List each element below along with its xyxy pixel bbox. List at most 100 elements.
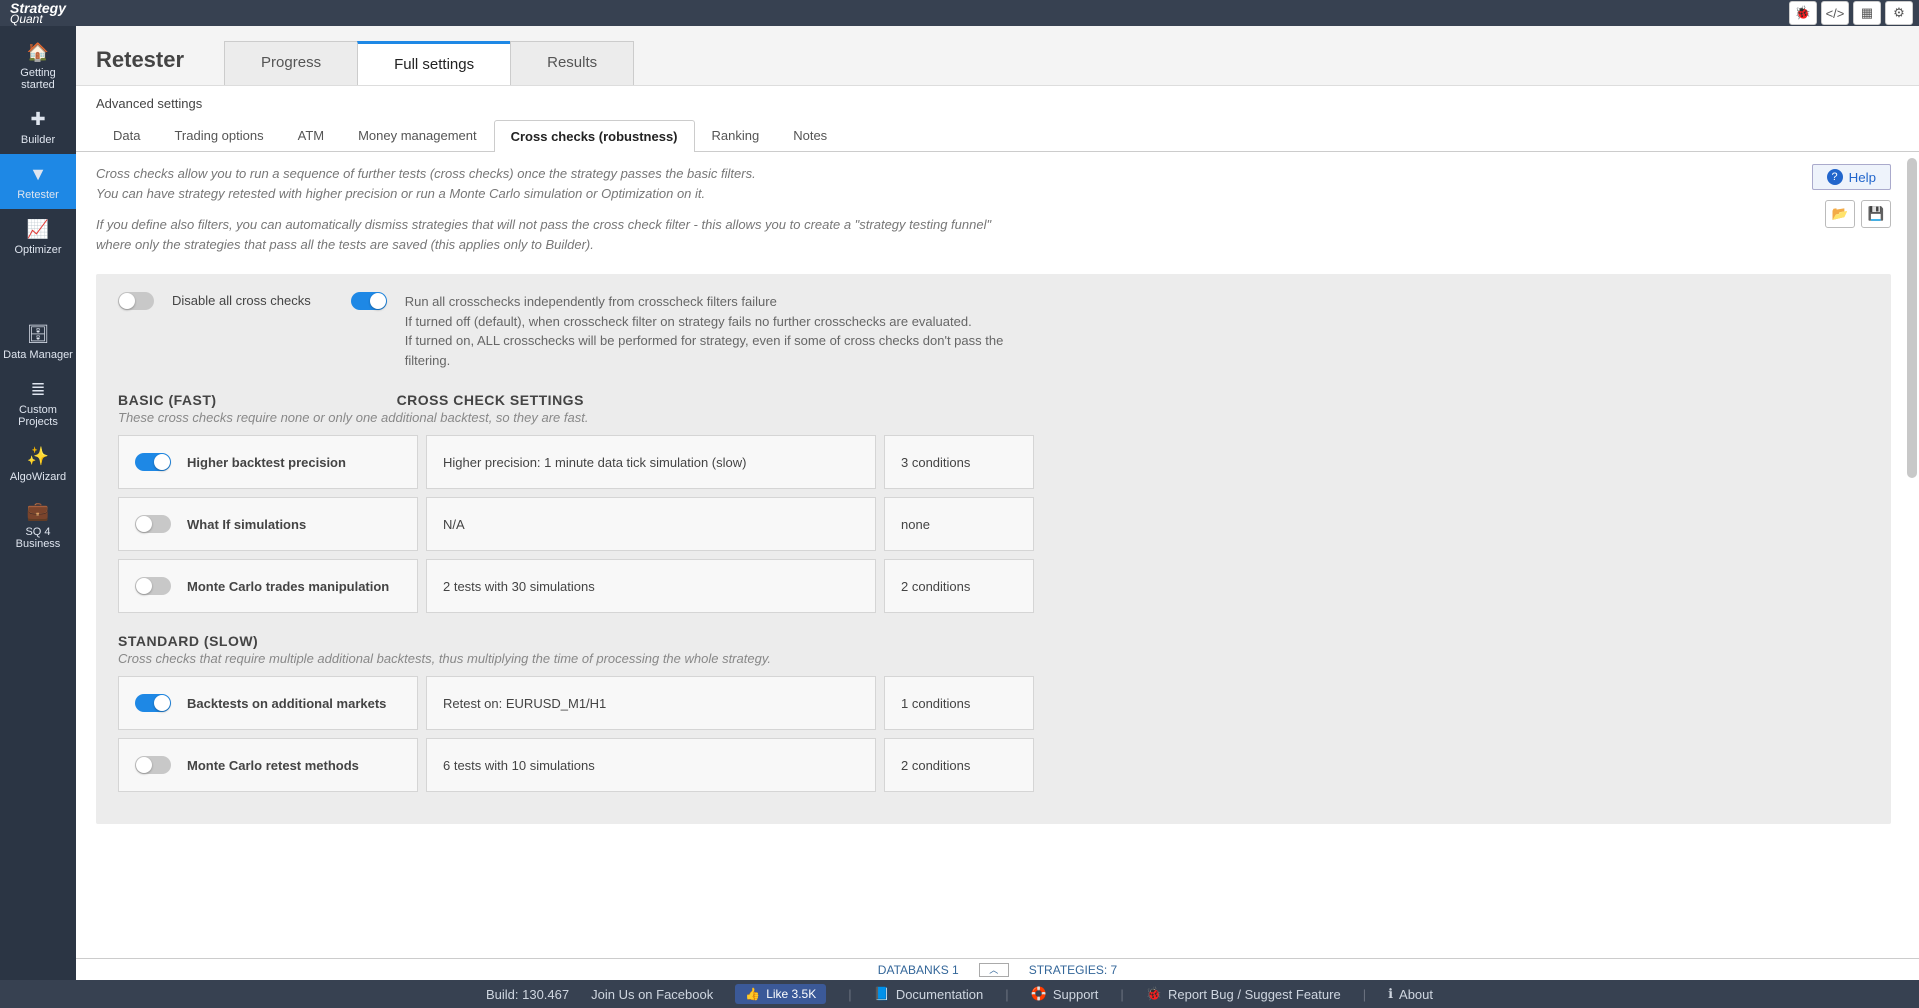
thumbs-up-icon: 👍 bbox=[745, 987, 760, 1001]
sidebar-item-builder[interactable]: ✚ Builder bbox=[0, 99, 76, 154]
footer-strip: DATABANKS 1 ︿ STRATEGIES: 7 bbox=[76, 958, 1919, 980]
databanks-label[interactable]: DATABANKS 1 bbox=[878, 963, 959, 977]
check-toggle[interactable] bbox=[135, 577, 171, 595]
subtab-atm[interactable]: ATM bbox=[281, 119, 341, 151]
topbar: Strategy Quant 🐞 </> ▦ ⚙ bbox=[0, 0, 1919, 26]
help-button[interactable]: ? Help bbox=[1812, 164, 1891, 190]
content-scroll[interactable]: Cross checks allow you to run a sequence… bbox=[76, 152, 1919, 958]
open-folder-button[interactable]: 📂 bbox=[1825, 200, 1855, 228]
documentation-link[interactable]: 📘Documentation bbox=[874, 986, 984, 1002]
check-toggle[interactable] bbox=[135, 756, 171, 774]
bug-icon: 🐞 bbox=[1146, 986, 1162, 1002]
main-content: Retester Progress Full settings Results … bbox=[76, 26, 1919, 980]
book-icon: 📘 bbox=[874, 986, 890, 1002]
bottombar: Build: 130.467 Join Us on Facebook 👍 Lik… bbox=[0, 980, 1919, 1008]
section-header: BASIC (FAST) CROSS CHECK SETTINGS bbox=[96, 386, 1891, 410]
disable-all-toggle[interactable] bbox=[118, 292, 154, 310]
separator: | bbox=[1363, 987, 1366, 1002]
join-facebook-link[interactable]: Join Us on Facebook bbox=[591, 987, 713, 1002]
check-name: Monte Carlo trades manipulation bbox=[187, 579, 389, 594]
check-name: Monte Carlo retest methods bbox=[187, 758, 359, 773]
report-bug-link[interactable]: 🐞Report Bug / Suggest Feature bbox=[1146, 986, 1341, 1002]
about-link[interactable]: ℹAbout bbox=[1388, 986, 1433, 1002]
page-subtitle: Advanced settings bbox=[76, 86, 1919, 119]
global-toggle-row: Disable all cross checks Run all crossch… bbox=[96, 292, 1891, 386]
intro-block: Cross checks allow you to run a sequence… bbox=[96, 164, 1891, 266]
section-header: STANDARD (SLOW) bbox=[96, 627, 1891, 651]
save-button[interactable]: 💾 bbox=[1861, 200, 1891, 228]
check-conditions-cell[interactable]: 2 conditions bbox=[884, 559, 1034, 613]
sidebar-item-label: AlgoWizard bbox=[10, 471, 66, 483]
check-row: Monte Carlo trades manipulation 2 tests … bbox=[96, 559, 1891, 621]
run-all-description: Run all crosschecks independently from c… bbox=[405, 292, 1025, 370]
sidebar-item-label: Builder bbox=[21, 134, 55, 146]
tab-progress[interactable]: Progress bbox=[224, 41, 358, 85]
disable-all-label: Disable all cross checks bbox=[172, 292, 311, 308]
sidebar-item-label: Getting started bbox=[20, 67, 55, 91]
check-name-cell[interactable]: What If simulations bbox=[118, 497, 418, 551]
home-icon: 🏠 bbox=[2, 42, 74, 63]
subtab-ranking[interactable]: Ranking bbox=[695, 119, 777, 151]
scrollbar[interactable] bbox=[1907, 158, 1917, 478]
support-link[interactable]: 🛟Support bbox=[1031, 986, 1099, 1002]
sidebar-item-custom-projects[interactable]: ≣ Custom Projects bbox=[0, 369, 76, 436]
run-all-group: Run all crosschecks independently from c… bbox=[351, 292, 1025, 370]
stack-icon: ≣ bbox=[2, 379, 74, 400]
plus-icon: ✚ bbox=[2, 109, 74, 130]
run-all-toggle[interactable] bbox=[351, 292, 387, 310]
sidebar-item-label: Optimizer bbox=[14, 244, 61, 256]
grid-icon[interactable]: ▦ bbox=[1853, 1, 1881, 25]
tab-full-settings[interactable]: Full settings bbox=[357, 41, 511, 85]
chevron-up-icon[interactable]: ︿ bbox=[979, 963, 1009, 977]
briefcase-icon: 💼 bbox=[2, 501, 74, 522]
check-toggle[interactable] bbox=[135, 453, 171, 471]
check-conditions-cell[interactable]: 2 conditions bbox=[884, 738, 1034, 792]
check-conditions-cell[interactable]: 1 conditions bbox=[884, 676, 1034, 730]
check-toggle[interactable] bbox=[135, 515, 171, 533]
page-title: Retester bbox=[96, 47, 184, 85]
section-subtitle: These cross checks require none or only … bbox=[96, 410, 1891, 435]
intro-line: If you define also filters, you can auto… bbox=[96, 215, 996, 254]
topbar-icon-group: 🐞 </> ▦ ⚙ bbox=[1789, 1, 1913, 25]
separator: | bbox=[1005, 987, 1008, 1002]
code-icon[interactable]: </> bbox=[1821, 1, 1849, 25]
check-name-cell[interactable]: Monte Carlo retest methods bbox=[118, 738, 418, 792]
check-name-cell[interactable]: Monte Carlo trades manipulation bbox=[118, 559, 418, 613]
sidebar-item-label: Data Manager bbox=[3, 349, 73, 361]
lifering-icon: 🛟 bbox=[1031, 986, 1047, 1002]
sidebar-item-sq4business[interactable]: 💼 SQ 4 Business bbox=[0, 491, 76, 558]
run-all-desc-line: If turned off (default), when crosscheck… bbox=[405, 312, 1025, 332]
strategies-label[interactable]: STRATEGIES: 7 bbox=[1029, 963, 1117, 977]
database-icon: 🗄 bbox=[2, 324, 74, 345]
check-name-cell[interactable]: Backtests on additional markets bbox=[118, 676, 418, 730]
intro-line: You can have strategy retested with high… bbox=[96, 186, 705, 201]
separator: | bbox=[1120, 987, 1123, 1002]
settings-panel: Disable all cross checks Run all crossch… bbox=[96, 274, 1891, 824]
check-conditions-cell[interactable]: none bbox=[884, 497, 1034, 551]
sidebar-item-algowizard[interactable]: ✨ AlgoWizard bbox=[0, 436, 76, 491]
bug-icon[interactable]: 🐞 bbox=[1789, 1, 1817, 25]
subtab-cross-checks[interactable]: Cross checks (robustness) bbox=[494, 120, 695, 152]
settings-icon[interactable]: ⚙ bbox=[1885, 1, 1913, 25]
facebook-like-button[interactable]: 👍 Like 3.5K bbox=[735, 984, 826, 1004]
tab-results[interactable]: Results bbox=[510, 41, 634, 85]
check-row: What If simulations N/A none bbox=[96, 497, 1891, 559]
check-setting-cell[interactable]: Retest on: EURUSD_M1/H1 bbox=[426, 676, 876, 730]
check-conditions-cell[interactable]: 3 conditions bbox=[884, 435, 1034, 489]
sidebar-item-retester[interactable]: ▼ Retester bbox=[0, 154, 76, 209]
check-setting-cell[interactable]: 2 tests with 30 simulations bbox=[426, 559, 876, 613]
check-setting-cell[interactable]: N/A bbox=[426, 497, 876, 551]
subtab-trading-options[interactable]: Trading options bbox=[157, 119, 280, 151]
sidebar-item-data-manager[interactable]: 🗄 Data Manager bbox=[0, 314, 76, 369]
check-setting-cell[interactable]: Higher precision: 1 minute data tick sim… bbox=[426, 435, 876, 489]
check-toggle[interactable] bbox=[135, 694, 171, 712]
run-all-label: Run all crosschecks independently from c… bbox=[405, 292, 1025, 312]
sidebar-item-optimizer[interactable]: 📈 Optimizer bbox=[0, 209, 76, 264]
logo: Strategy Quant bbox=[6, 0, 66, 26]
subtab-money-management[interactable]: Money management bbox=[341, 119, 494, 151]
sidebar-item-getting-started[interactable]: 🏠 Getting started bbox=[0, 32, 76, 99]
check-setting-cell[interactable]: 6 tests with 10 simulations bbox=[426, 738, 876, 792]
subtab-notes[interactable]: Notes bbox=[776, 119, 844, 151]
subtab-data[interactable]: Data bbox=[96, 119, 157, 151]
check-name-cell[interactable]: Higher backtest precision bbox=[118, 435, 418, 489]
